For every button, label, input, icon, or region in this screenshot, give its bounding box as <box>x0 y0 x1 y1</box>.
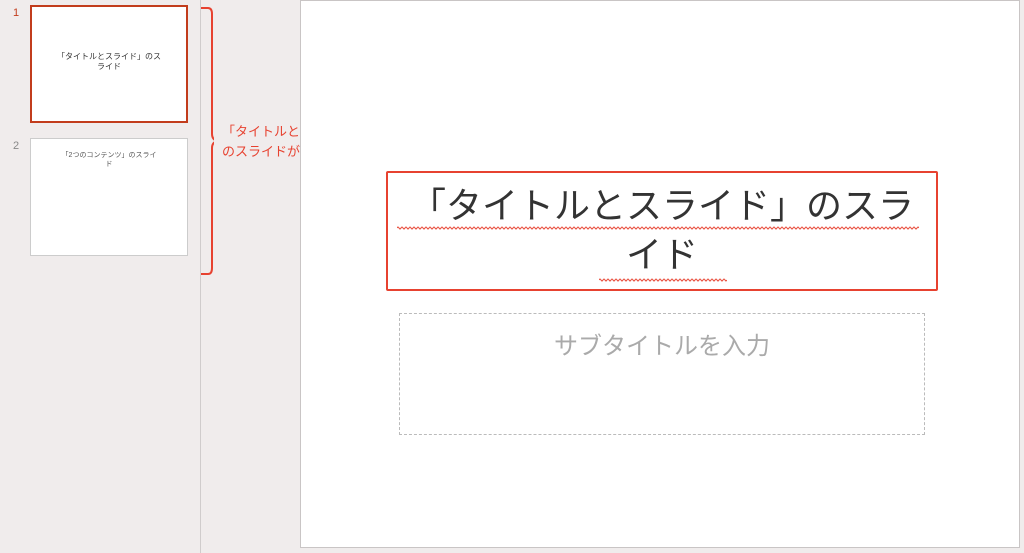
thumbnail-row-1: 1 「タイトルとスライド」のス ライド <box>0 5 200 123</box>
thumbnail-row-2: 2 「2つのコンテンツ」のスライ ド <box>0 138 200 256</box>
slide-thumbnail-panel: 1 「タイトルとスライド」のス ライド 2 「2つのコンテンツ」のスライ ド <box>0 0 200 553</box>
thumbnail-slide-1[interactable]: 「タイトルとスライド」のス ライド <box>30 5 188 123</box>
panel-divider <box>200 0 201 553</box>
slide-editor[interactable]: 「タイトルとスライド」のスライド サブタイトルを入力 <box>300 0 1020 548</box>
thumbnail-title: 「2つのコンテンツ」のスライ ド <box>62 151 157 169</box>
subtitle-placeholder[interactable]: サブタイトルを入力 <box>399 313 925 435</box>
bracket-icon <box>200 6 214 276</box>
thumbnail-title: 「タイトルとスライド」のス ライド <box>57 52 161 73</box>
slide-title-text: 「タイトルとスライド」のスライド <box>398 182 926 279</box>
thumbnail-slide-2[interactable]: 「2つのコンテンツ」のスライ ド <box>30 138 188 256</box>
thumbnail-number: 1 <box>8 5 24 19</box>
title-placeholder[interactable]: 「タイトルとスライド」のスライド <box>386 171 938 291</box>
thumbnail-number: 2 <box>8 138 24 152</box>
subtitle-placeholder-text: サブタイトルを入力 <box>554 326 770 361</box>
